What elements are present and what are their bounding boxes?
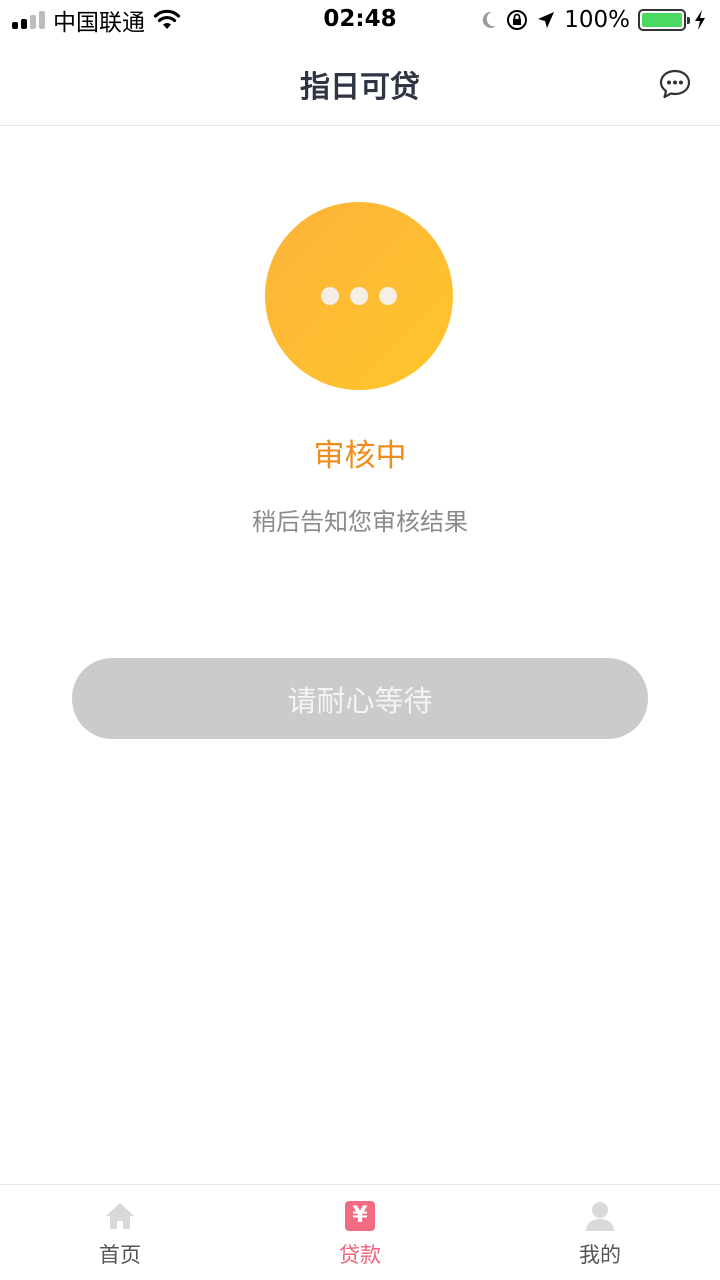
location-arrow-icon	[538, 12, 555, 28]
tab-label: 首页	[99, 1243, 141, 1267]
home-icon	[103, 1199, 137, 1233]
cellular-signal-icon	[12, 11, 45, 29]
tab-label: 我的	[579, 1243, 621, 1267]
tab-bar: 首页 ¥ 贷款 我的	[0, 1184, 720, 1280]
status-bar-left: 中国联通	[12, 3, 181, 37]
wifi-icon	[153, 9, 181, 29]
navigation-bar: 指日可贷	[0, 40, 720, 126]
status-dot	[321, 287, 339, 305]
charging-bolt-icon	[695, 10, 705, 30]
status-time: 02:48	[323, 6, 397, 32]
moon-icon	[483, 11, 497, 28]
chat-bubble-icon[interactable]	[658, 68, 692, 100]
tab-label: 贷款	[339, 1243, 381, 1267]
status-dot	[350, 287, 368, 305]
status-dot	[379, 287, 397, 305]
user-icon	[583, 1199, 617, 1233]
review-status-title: 审核中	[313, 438, 407, 474]
status-bar: 中国联通 02:48 100%	[0, 0, 720, 40]
battery-percent: 100%	[564, 7, 630, 33]
app-screen: 中国联通 02:48 100% 指日可贷 审核中 稍后告知您审核结果 请耐心等待…	[0, 0, 720, 1280]
page-title: 指日可贷	[300, 70, 420, 105]
tab-loan[interactable]: ¥ 贷款	[240, 1185, 480, 1280]
tab-mine[interactable]: 我的	[480, 1185, 720, 1280]
battery-icon	[638, 9, 690, 31]
please-wait-button[interactable]: 请耐心等待	[72, 658, 648, 739]
rotation-lock-icon	[507, 10, 528, 30]
status-bar-right: 100%	[480, 7, 706, 33]
carrier-name: 中国联通	[53, 10, 145, 36]
tab-home[interactable]: 首页	[0, 1185, 240, 1280]
pending-status-icon	[265, 202, 453, 390]
yen-icon: ¥	[343, 1199, 377, 1233]
review-status-description: 稍后告知您审核结果	[252, 508, 468, 536]
